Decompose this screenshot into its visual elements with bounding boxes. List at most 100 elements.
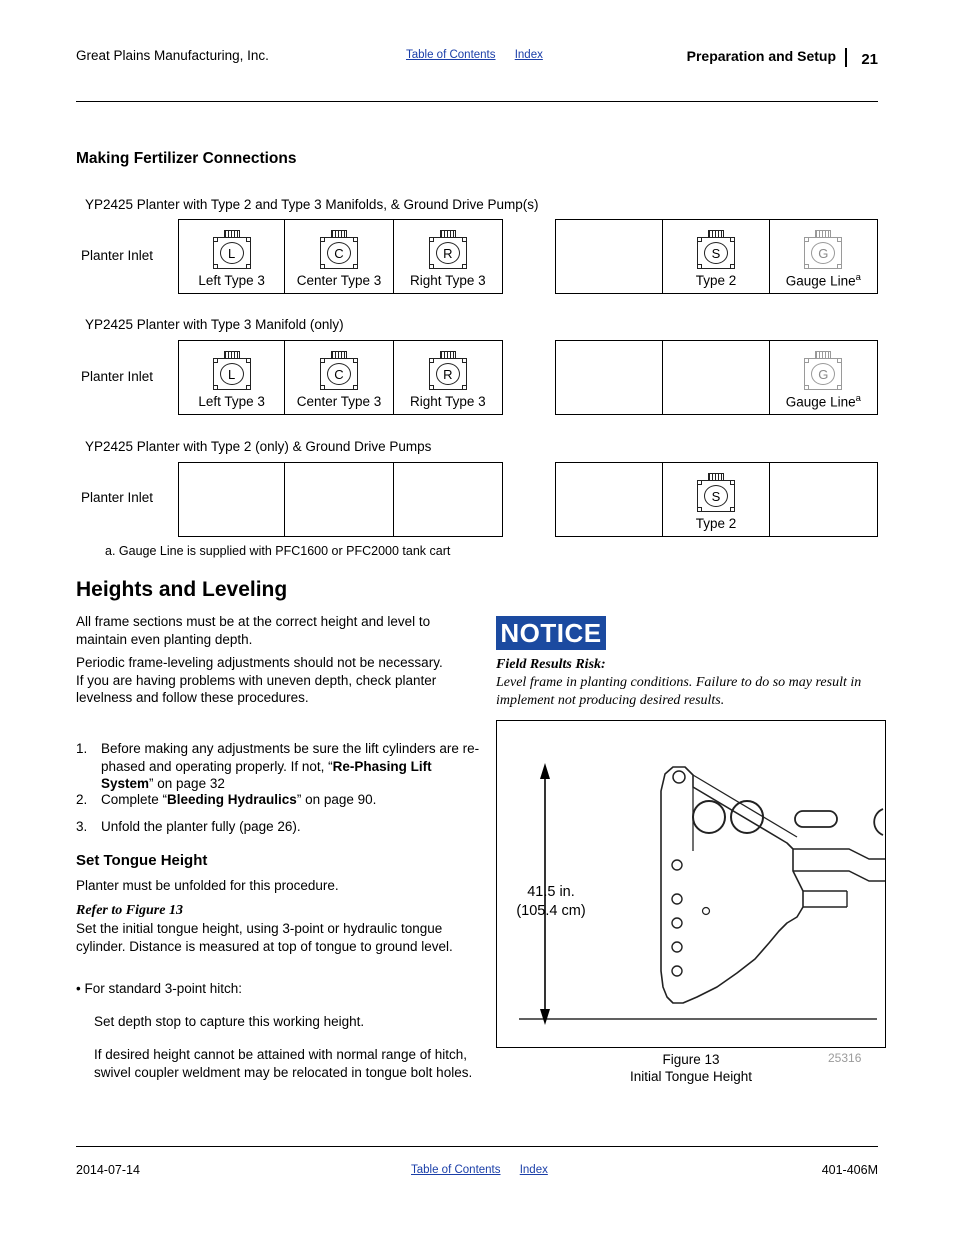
notice-title: Field Results Risk: xyxy=(496,657,606,672)
fertilizer-footnote: a. Gauge Line is supplied with PFC1600 o… xyxy=(105,544,451,558)
cell-label: Type 2 xyxy=(695,516,737,531)
cell-label: Center Type 3 xyxy=(296,394,382,409)
manifold-icon: C xyxy=(317,350,361,392)
header-toc-link[interactable]: Table of Contents xyxy=(406,49,496,61)
table-cell xyxy=(285,463,394,536)
table-cell xyxy=(663,341,770,414)
step-text-b: ” on page 90. xyxy=(296,792,377,807)
tongue-heading: Set Tongue Height xyxy=(76,852,208,869)
footer-links: Table of Contents Index xyxy=(411,1164,564,1176)
tongue-para-1: Planter must be unfolded for this proced… xyxy=(76,878,339,893)
manifold-icon: C xyxy=(317,229,361,271)
footnote-marker: a xyxy=(855,271,861,283)
table-cell xyxy=(556,463,664,536)
manifold-icon: R xyxy=(426,229,470,271)
table-cell: S Type 2 xyxy=(663,220,770,293)
footnote-marker: a xyxy=(855,392,861,404)
manifold-icon: R xyxy=(426,350,470,392)
cell-label: Left Type 3 xyxy=(198,273,265,288)
page-header: Great Plains Manufacturing, Inc. Table o… xyxy=(76,48,878,74)
fertilizer-group-2-row-label: Planter Inlet xyxy=(81,490,154,505)
step-text-bold: Bleeding Hydraulics xyxy=(167,792,297,807)
notice-text: Level frame in planting conditions. Fail… xyxy=(496,675,862,708)
heights-step-1: 1. Before making any adjustments be sure… xyxy=(76,740,486,793)
header-divider xyxy=(845,48,847,67)
step-text-a: Complete “ xyxy=(101,792,168,807)
notice-body: Field Results Risk: Level frame in plant… xyxy=(496,656,884,710)
table-cell xyxy=(770,463,877,536)
step-text: Complete “Bleeding Hydraulics” on page 9… xyxy=(101,791,486,809)
manifold-icon: S xyxy=(694,472,738,514)
step-text: Before making any adjustments be sure th… xyxy=(101,740,486,793)
tongue-para-4: If desired height cannot be attained wit… xyxy=(94,1047,473,1080)
footer-rule xyxy=(76,1146,878,1147)
step-text: Unfold the planter fully (page 26). xyxy=(101,819,301,834)
step-number: 1. xyxy=(76,741,88,756)
header-right: Preparation and Setup 21 xyxy=(687,48,878,68)
fertilizer-group-2-caption: YP2425 Planter with Type 2 (only) & Grou… xyxy=(85,439,432,454)
fertilizer-table-1-right: G Gauge Linea xyxy=(555,340,878,415)
manifold-letter: R xyxy=(435,363,460,385)
table-cell xyxy=(556,341,664,414)
table-cell: R Right Type 3 xyxy=(394,341,502,414)
table-cell: G Gauge Linea xyxy=(770,341,877,414)
heights-para-1: All frame sections must be at the correc… xyxy=(76,614,431,647)
manifold-icon: L xyxy=(210,229,254,271)
tongue-para-3: Set depth stop to capture this working h… xyxy=(94,1014,365,1029)
table-cell: C Center Type 3 xyxy=(285,220,394,293)
manifold-letter: L xyxy=(219,242,244,264)
header-section-title: Preparation and Setup xyxy=(686,48,836,64)
step-number: 2. xyxy=(76,792,88,807)
fertilizer-heading: Making Fertilizer Connections xyxy=(76,150,297,167)
manifold-letter: S xyxy=(704,242,728,264)
figure-dimension: 41.5 in. (105.4 cm) xyxy=(496,883,606,921)
table-cell: C Center Type 3 xyxy=(285,341,394,414)
heights-step-3: 3. Unfold the planter fully (page 26). xyxy=(76,818,486,836)
dimension-inches: 41.5 in. xyxy=(527,884,575,900)
heights-para-2: Periodic frame-leveling adjustments shou… xyxy=(76,655,443,705)
cell-label-text: Gauge Line xyxy=(785,394,856,409)
notice-banner: NOTICE xyxy=(496,616,606,650)
fertilizer-table-2-left xyxy=(178,462,503,537)
cell-label: Type 2 xyxy=(695,273,737,288)
cell-label-text: Gauge Line xyxy=(785,273,856,288)
header-index-link[interactable]: Index xyxy=(515,49,543,61)
heights-heading: Heights and Leveling xyxy=(76,578,288,601)
cell-label: Right Type 3 xyxy=(410,273,486,288)
manifold-letter: C xyxy=(327,242,351,264)
tongue-para-2: Set the initial tongue height, using 3-p… xyxy=(76,921,453,954)
fertilizer-table-0-left: L Left Type 3 C Center Type 3 R Right Ty… xyxy=(178,219,503,294)
gauge-icon: G xyxy=(801,229,845,271)
table-cell xyxy=(394,463,502,536)
cell-label: Gauge Linea xyxy=(770,393,877,410)
cell-label: Center Type 3 xyxy=(296,273,382,288)
manifold-letter: L xyxy=(219,363,244,385)
cell-label: Gauge Linea xyxy=(770,272,877,289)
fertilizer-table-2-right: S Type 2 xyxy=(555,462,878,537)
tongue-bullet-1: • For standard 3-point hitch: xyxy=(76,981,243,996)
page-number: 21 xyxy=(861,51,878,68)
figure-caption-number: Figure 13 xyxy=(662,1052,720,1067)
tongue-refer-figure: Refer to Figure 13 xyxy=(76,903,183,918)
manifold-letter: S xyxy=(704,485,728,507)
table-cell xyxy=(556,220,664,293)
manifold-letter: C xyxy=(327,363,351,385)
table-cell: L Left Type 3 xyxy=(179,220,286,293)
fertilizer-group-1-row-label: Planter Inlet xyxy=(81,369,154,384)
step-text-b: ” on page 32 xyxy=(149,776,225,791)
fertilizer-group-1-caption: YP2425 Planter with Type 3 Manifold (onl… xyxy=(85,317,344,332)
footer-doc-number: 401-406M xyxy=(821,1163,878,1177)
figure-caption: Figure 13 Initial Tongue Height xyxy=(496,1051,886,1085)
fertilizer-table-1-left: L Left Type 3 C Center Type 3 R Right Ty… xyxy=(178,340,503,415)
manifold-letter: R xyxy=(435,242,460,264)
manifold-icon: S xyxy=(694,229,738,271)
fertilizer-group-0-row-label: Planter Inlet xyxy=(81,248,154,263)
header-links: Table of Contents Index xyxy=(406,49,559,61)
dimension-cm: (105.4 cm) xyxy=(516,903,586,919)
cell-label: Left Type 3 xyxy=(198,394,265,409)
fertilizer-group-0-caption: YP2425 Planter with Type 2 and Type 3 Ma… xyxy=(85,197,539,212)
step-number: 3. xyxy=(76,819,88,834)
company-name: Great Plains Manufacturing, Inc. xyxy=(76,48,269,63)
footer-toc-link[interactable]: Table of Contents xyxy=(411,1164,501,1176)
footer-index-link[interactable]: Index xyxy=(520,1164,548,1176)
